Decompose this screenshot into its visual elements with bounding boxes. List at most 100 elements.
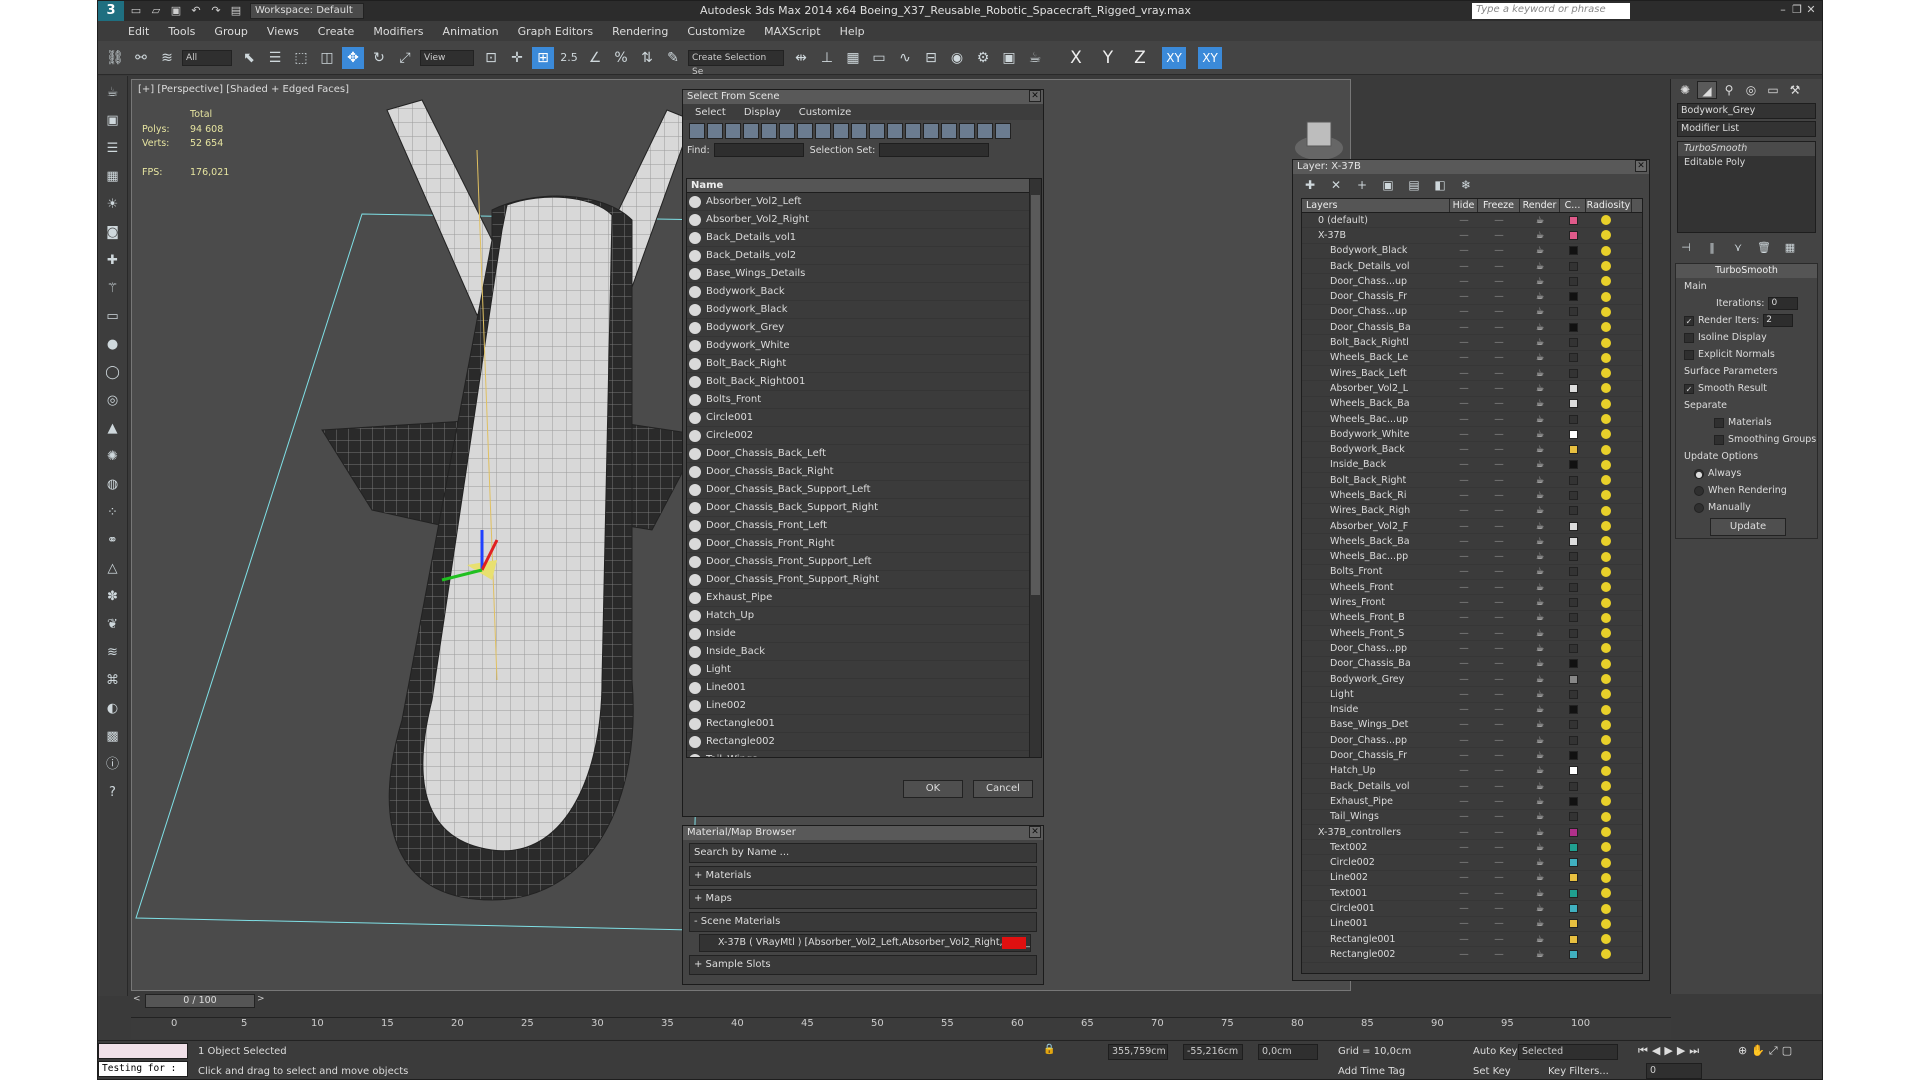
hide-toggle[interactable]: — [1450,368,1478,379]
render-column-header[interactable]: Render [1520,199,1560,212]
add-time-tag[interactable]: Add Time Tag [1338,1066,1405,1077]
remove-modifier-icon[interactable]: 🗑 [1753,237,1775,259]
scene-list-item[interactable]: Door_Chassis_Back_Support_Right [687,499,1041,517]
render-teapot-icon[interactable]: ☕ [1520,781,1560,792]
configure-modifier-sets-icon[interactable]: ▦ [1779,237,1801,259]
render-teapot-icon[interactable]: ☕ [1520,306,1560,317]
hide-column-header[interactable]: Hide [1450,199,1478,212]
radiosity-cell[interactable] [1586,566,1626,577]
render-teapot-icon[interactable]: ☕ [1520,475,1560,486]
materials-section[interactable]: + Materials [689,866,1037,886]
layer-color-cell[interactable] [1560,720,1586,730]
render-teapot-icon[interactable]: ☕ [1520,291,1560,302]
layer-color-cell[interactable] [1560,353,1586,363]
layer-object-row[interactable]: Rectangle002— — ☕ [1302,947,1642,963]
render-teapot-icon[interactable]: ☕ [1520,719,1560,730]
render-teapot-icon[interactable]: ☕ [1520,566,1560,577]
layer-color-cell[interactable] [1560,383,1586,393]
render-teapot-icon[interactable]: ☕ [1520,521,1560,532]
display-containers-icon[interactable] [851,123,867,139]
bind-spacewarp-icon[interactable]: ≋ [156,47,178,69]
script-listener-input[interactable]: Testing for : [98,1061,188,1077]
render-teapot-icon[interactable]: ☕ [1520,261,1560,272]
menu-customize[interactable]: Customize [687,25,745,38]
layer-color-cell[interactable] [1560,674,1586,684]
minimize-icon[interactable]: – [1776,3,1790,16]
axis-xy-cycle-button[interactable]: XY [1198,46,1222,69]
radiosity-cell[interactable] [1586,368,1626,379]
scene-list-item[interactable]: Absorber_Vol2_Right [687,211,1041,229]
scene-list-item[interactable]: Door_Chassis_Front_Support_Left [687,553,1041,571]
layer-manager-icon[interactable]: ▦ [842,47,864,69]
radiosity-cell[interactable] [1586,215,1626,226]
freeze-toggle[interactable]: — [1478,674,1520,685]
radiosity-cell[interactable] [1586,612,1626,623]
render-teapot-icon[interactable]: ☕ [1520,704,1560,715]
layer-color-cell[interactable] [1560,888,1586,898]
hide-toggle[interactable]: — [1450,322,1478,333]
freeze-toggle[interactable]: — [1478,643,1520,654]
graphite-ribbon-icon[interactable]: ▭ [868,47,890,69]
render-teapot-icon[interactable]: ☕ [1520,888,1560,899]
layer-row[interactable]: 0 (default) — — ☕ [1302,213,1642,229]
layer-object-row[interactable]: Wires_Back_Left — — ☕ [1302,366,1642,382]
layer-object-row[interactable]: Wheels_Back_Ri — — ☕ [1302,488,1642,504]
freeze-all-icon[interactable]: ❄ [1455,174,1477,196]
hide-toggle[interactable]: — [1450,796,1478,807]
key-filters-button[interactable]: Key Filters... [1548,1066,1609,1077]
select-manipulate-icon[interactable]: ✛ [506,47,528,69]
freeze-toggle[interactable]: — [1478,704,1520,715]
layer-color-cell[interactable] [1560,215,1586,225]
radiosity-cell[interactable] [1586,505,1626,516]
z-coordinate-field[interactable]: 0,0cm [1258,1044,1318,1060]
hide-toggle[interactable]: — [1450,888,1478,899]
particle-icon[interactable]: ⁘ [102,502,124,524]
layer-object-row[interactable]: Bolts_Front — — ☕ [1302,565,1642,581]
hide-toggle[interactable]: — [1450,750,1478,761]
radiosity-cell[interactable] [1586,551,1626,562]
radiosity-cell[interactable] [1586,322,1626,333]
globe-icon[interactable]: ◐ [102,698,124,720]
render-teapot-icon[interactable]: ☕ [1520,658,1560,669]
layer-color-cell[interactable] [1560,276,1586,286]
info-icon[interactable]: ⓘ [102,754,124,776]
scene-list-item[interactable]: Inside [687,625,1041,643]
layer-object-row[interactable]: Base_Wings_Det — — ☕ [1302,718,1642,734]
freeze-toggle[interactable]: — [1478,612,1520,623]
selection-filter-dropdown[interactable]: All [182,49,232,66]
layer-color-cell[interactable] [1560,429,1586,439]
render-teapot-icon[interactable]: ☕ [1520,949,1560,960]
layer-object-row[interactable]: Door_Chass...pp — — ☕ [1302,733,1642,749]
find-input[interactable] [713,143,804,157]
menu-create[interactable]: Create [318,25,355,38]
hide-toggle[interactable]: — [1450,628,1478,639]
layer-color-cell[interactable] [1560,613,1586,623]
layer-object-row[interactable]: Wheels_Back_Ba — — ☕ [1302,397,1642,412]
freeze-toggle[interactable]: — [1478,857,1520,868]
hide-toggle[interactable]: — [1450,597,1478,608]
layer-object-row[interactable]: Hatch_Up — — ☕ [1302,764,1642,779]
layer-object-row[interactable]: Door_Chass...pp — — ☕ [1302,641,1642,657]
freeze-toggle[interactable]: — [1478,888,1520,899]
layer-object-row[interactable]: Inside — — ☕ [1302,703,1642,718]
snap-toggle-icon[interactable]: 2.5 [558,47,580,69]
hide-toggle[interactable]: — [1450,490,1478,501]
layer-color-cell[interactable] [1560,521,1586,531]
freeze-toggle[interactable]: — [1478,383,1520,394]
y-coordinate-field[interactable]: -55,216cm [1183,1044,1243,1060]
radiosity-cell[interactable] [1586,842,1626,853]
radiosity-cell[interactable] [1586,735,1626,746]
layer-object-row[interactable]: Line002— — ☕ [1302,871,1642,887]
display-hidden-icon[interactable] [887,123,903,139]
scene-list-item[interactable]: Base_Wings_Details [687,265,1041,283]
radiosity-cell[interactable] [1586,398,1626,409]
x-coordinate-field[interactable]: 355,759cm [1108,1044,1168,1060]
freeze-toggle[interactable]: — [1478,781,1520,792]
scene-list-item[interactable]: Door_Chassis_Front_Right [687,535,1041,553]
hide-toggle[interactable]: — [1450,352,1478,363]
render-teapot-icon[interactable]: ☕ [1520,612,1560,623]
hide-toggle[interactable]: — [1450,261,1478,272]
key-mode-dropdown[interactable]: Selected [1518,1044,1618,1060]
freeze-toggle[interactable]: — [1478,597,1520,608]
next-frame-icon[interactable]: > [257,994,267,1008]
